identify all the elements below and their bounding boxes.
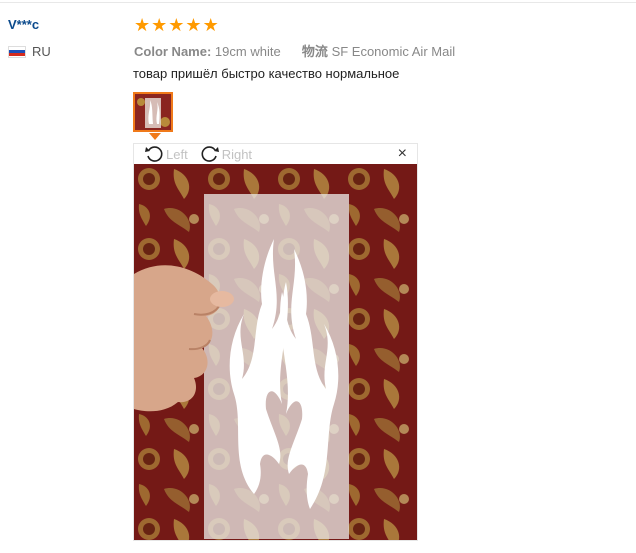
star-icon: ★ bbox=[134, 15, 151, 35]
color-label: Color Name: bbox=[134, 44, 212, 59]
order-attributes: Color Name: 19cm white 物流 SF Economic Ai… bbox=[134, 41, 455, 60]
rotate-right-button[interactable]: Right bbox=[200, 145, 252, 163]
star-icon: ★ bbox=[168, 15, 185, 35]
review-text: товар пришёл быстро качество нормальное bbox=[133, 66, 400, 81]
viewer-toolbar: Left Right × bbox=[134, 144, 417, 164]
review-photo-large bbox=[134, 164, 417, 540]
country-code: RU bbox=[32, 44, 51, 59]
review-photo-thumbnail[interactable] bbox=[133, 92, 173, 132]
reviewer-name[interactable]: V***c bbox=[8, 17, 39, 32]
rotate-left-icon bbox=[145, 146, 163, 162]
rotate-left-button[interactable]: Left bbox=[144, 145, 188, 163]
photo-viewer: Left Right × bbox=[133, 143, 418, 541]
star-icon: ★ bbox=[202, 15, 219, 35]
rating-stars: ★ ★ ★ ★ ★ bbox=[134, 16, 219, 34]
rotate-right-icon bbox=[201, 146, 219, 162]
reviewer-country: RU bbox=[8, 44, 51, 59]
thumbnail-pointer bbox=[149, 133, 161, 140]
close-icon[interactable]: × bbox=[398, 145, 407, 163]
rotate-right-label: Right bbox=[221, 146, 253, 162]
color-value: 19cm white bbox=[214, 44, 281, 59]
russia-flag-icon bbox=[8, 45, 26, 58]
star-icon: ★ bbox=[151, 15, 168, 35]
logistics-label: 物流 bbox=[301, 44, 328, 59]
logistics-value: SF Economic Air Mail bbox=[331, 44, 456, 59]
rotate-left-label: Left bbox=[166, 146, 188, 162]
top-divider bbox=[0, 2, 636, 3]
star-icon: ★ bbox=[185, 15, 202, 35]
